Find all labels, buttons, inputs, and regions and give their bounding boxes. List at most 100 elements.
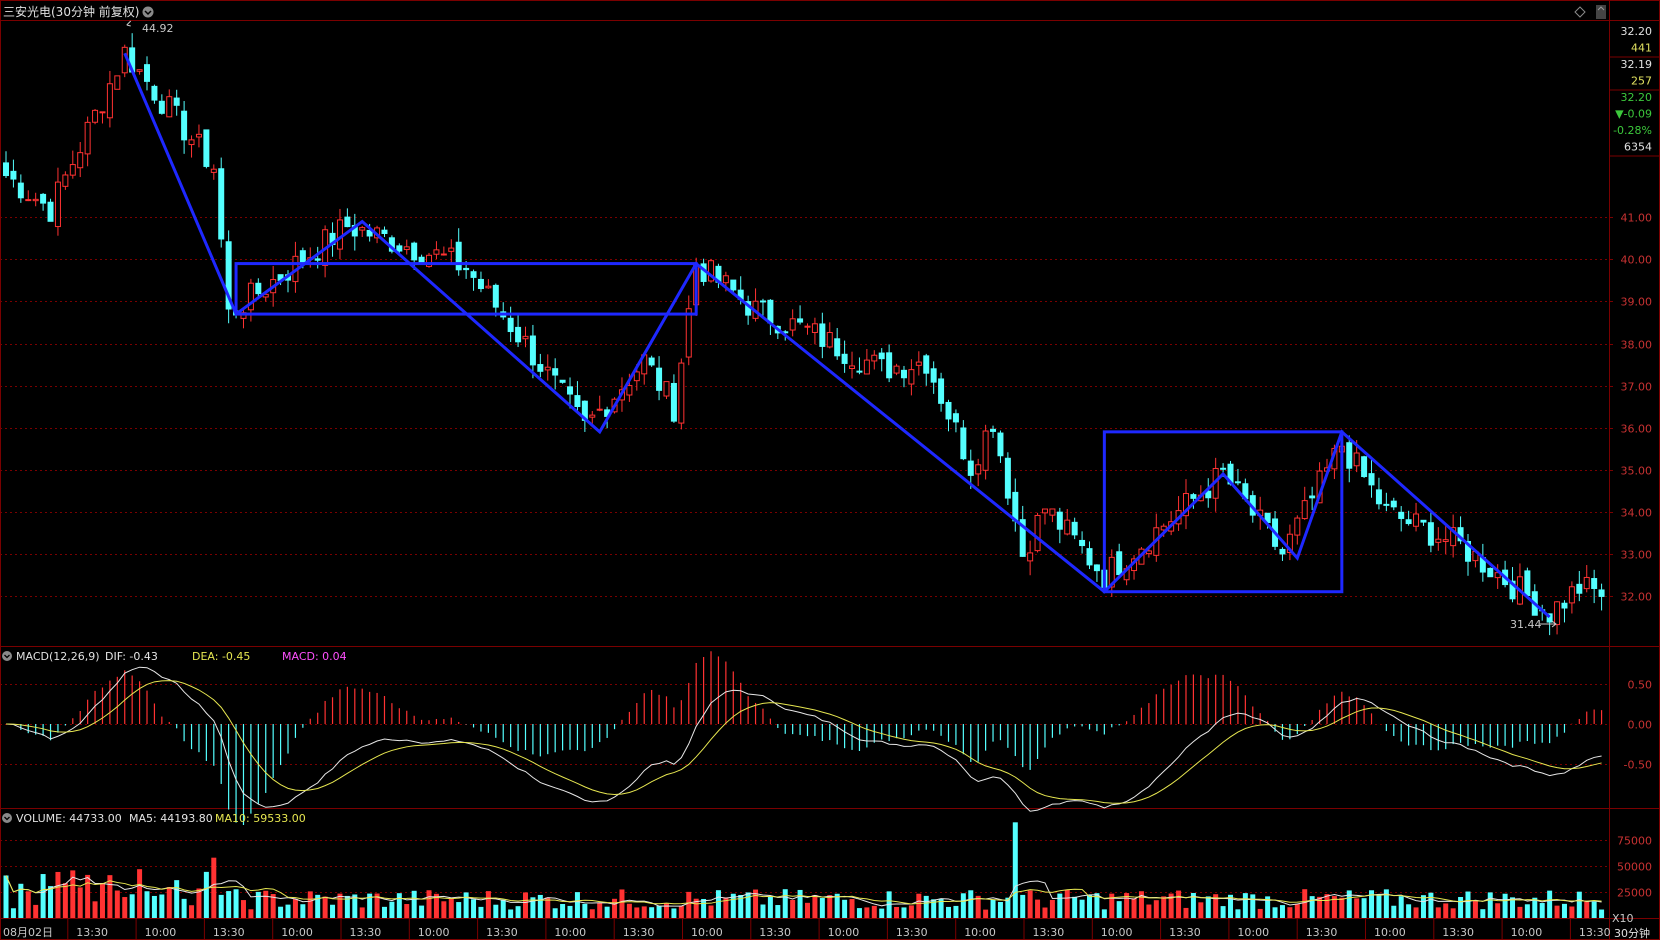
macd-dea: DEA: -0.45	[192, 650, 250, 663]
volume-bar	[263, 890, 269, 918]
candle-body	[32, 198, 39, 202]
period-label[interactable]: 30分钟	[1614, 926, 1650, 940]
candle-body	[396, 245, 403, 252]
macd-title: MACD(12,26,9)	[16, 650, 100, 663]
candle-body	[1190, 494, 1197, 499]
volume-bar	[663, 903, 669, 918]
candle-body	[960, 427, 967, 460]
candle-body	[166, 96, 173, 118]
candle-body	[25, 199, 32, 202]
volume-bar	[1361, 898, 1367, 918]
volume-bar	[1465, 891, 1471, 918]
candle-body	[871, 354, 878, 362]
volume-bar	[1153, 900, 1159, 918]
candle-body	[544, 366, 551, 371]
volume-bar	[1554, 905, 1560, 918]
volume-bar	[916, 893, 922, 918]
diamond-icon[interactable]	[1574, 6, 1586, 18]
time-label: 13:30	[759, 926, 791, 939]
candle-body	[218, 168, 225, 240]
candle-body	[626, 385, 633, 396]
candle-body	[507, 317, 514, 333]
volume-bar	[1420, 895, 1426, 918]
candle-body	[1234, 481, 1241, 484]
candle-body	[819, 323, 826, 347]
volume-bar	[775, 905, 781, 918]
volume-bar	[1502, 893, 1508, 918]
candle-body	[62, 174, 69, 187]
candle-body	[40, 193, 47, 204]
time-label: 10:00	[964, 926, 996, 939]
macd-toggle-icon[interactable]	[2, 651, 12, 661]
candle-body	[1361, 456, 1368, 478]
volume-bar	[1272, 907, 1278, 918]
volume-bar	[478, 906, 484, 918]
candle-body	[1220, 467, 1227, 470]
price-tick-label: 35.00	[1621, 465, 1653, 478]
candle-body	[1598, 589, 1605, 597]
time-label: 13:30	[350, 926, 382, 939]
volume-bar	[40, 874, 46, 918]
volume-bar	[77, 887, 83, 918]
candle-body	[722, 275, 729, 284]
candle-body	[299, 250, 306, 264]
volume-bar	[1495, 903, 1501, 918]
volume-bar	[797, 889, 803, 918]
candle-body	[1086, 548, 1093, 566]
candle-body	[255, 282, 262, 295]
volume-bar	[1042, 907, 1048, 918]
volume-bar	[226, 891, 232, 918]
volume-bar	[426, 890, 432, 918]
volume-bar	[196, 888, 202, 918]
macd-tick-label: -0.50	[1624, 759, 1652, 772]
volume-bar	[708, 905, 714, 918]
volume-bar	[1087, 894, 1093, 918]
candle-body	[915, 361, 922, 366]
time-label: 10:00	[145, 926, 177, 939]
candle-body	[834, 338, 841, 357]
candle-body	[648, 357, 655, 366]
volume-bar	[946, 906, 952, 918]
volume-bar	[1561, 903, 1567, 918]
volume-bar	[1161, 896, 1167, 918]
candle-body	[336, 219, 343, 250]
candle-body	[841, 353, 848, 364]
volume-bar	[1517, 906, 1523, 918]
dif-line	[5, 666, 1602, 812]
candle-body	[975, 464, 982, 475]
candle-body	[84, 121, 91, 155]
chevron-circle-icon[interactable]	[142, 6, 154, 18]
volume-bar	[508, 909, 514, 918]
time-label: 10:00	[1374, 926, 1406, 939]
time-label: 13:30	[1033, 926, 1065, 939]
candle-body	[203, 129, 210, 167]
volume-bar	[782, 889, 788, 918]
volume-bar	[122, 897, 128, 918]
candle-body	[10, 170, 17, 180]
time-label: 13:30	[1306, 926, 1338, 939]
candle-body	[1116, 551, 1123, 576]
candle-body	[1427, 522, 1434, 546]
volume-tick-label: 50000	[1617, 861, 1652, 874]
candle-body	[151, 85, 158, 101]
volume-bar	[10, 908, 16, 918]
volume-bar	[1012, 822, 1018, 918]
candlesticks	[3, 33, 1605, 636]
candle-body	[1561, 602, 1568, 609]
volume-bar	[1072, 896, 1078, 918]
time-label: 10:00	[828, 926, 860, 939]
volume-bar	[441, 901, 447, 918]
candle-body	[1405, 519, 1412, 525]
stock-chart[interactable]: 41.00 40.00 39.00 38.00 37.00 36.00 35.00 34.00…	[0, 0, 1660, 940]
window-scrollbar[interactable]	[1596, 5, 1606, 19]
volume-bar	[1472, 900, 1478, 918]
candle-body	[1309, 495, 1316, 499]
candle-body	[344, 216, 351, 228]
volume-bar	[248, 909, 254, 918]
candle-body	[3, 162, 9, 177]
candle-body	[990, 428, 997, 432]
volume-bar	[819, 898, 825, 918]
candle-body	[433, 249, 440, 255]
volume-bar	[181, 898, 187, 918]
volume-toggle-icon[interactable]	[2, 813, 12, 823]
